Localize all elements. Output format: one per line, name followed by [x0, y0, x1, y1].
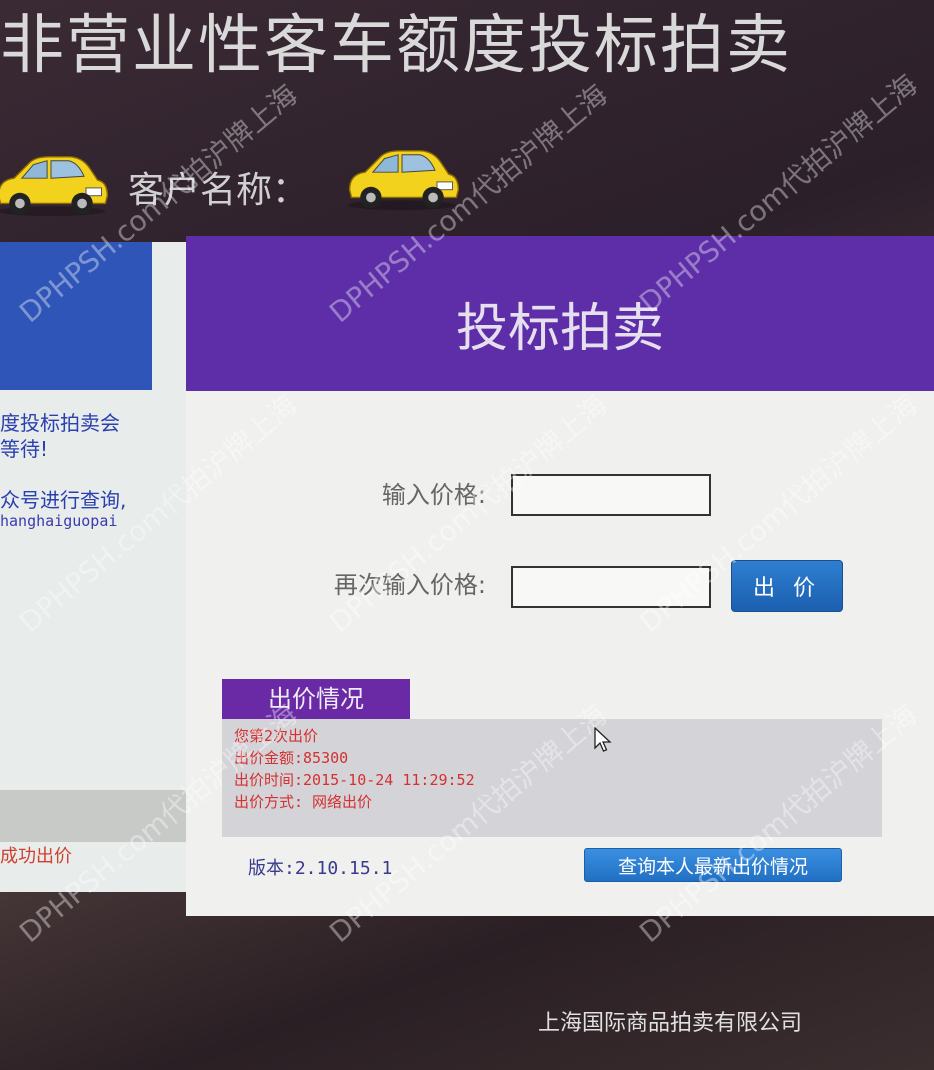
company-name: 上海国际商品拍卖有限公司 — [538, 1011, 803, 1036]
customer-name-label: 客户名称： — [128, 170, 309, 211]
left-status-bar — [0, 790, 195, 842]
left-panel-header — [0, 242, 152, 390]
query-latest-bid-button[interactable]: 查询本人最新出价情况 — [584, 848, 842, 882]
price-input[interactable] — [511, 474, 711, 516]
query-hint: 众号进行查询, — [0, 488, 127, 512]
left-info-panel: 度投标拍卖会 等待! 众号进行查询, hanghaiguopai 成功出价 — [0, 242, 195, 892]
bid-form: 输入价格: 再次输入价格: 出 价 — [206, 391, 906, 681]
bid-time-line: 出价时间:2015-10-24 11:29:52 — [234, 771, 475, 789]
bid-panel-header: 投标拍卖 — [186, 236, 934, 391]
auction-notice-line2: 等待! — [0, 437, 49, 461]
bid-status-lines: 您第2次出价 出价金额:85300 出价时间:2015-10-24 11:29:… — [234, 725, 475, 813]
left-panel-body: 度投标拍卖会 等待! 众号进行查询, hanghaiguopai — [0, 390, 180, 1030]
auction-notice: 度投标拍卖会 等待! — [0, 410, 120, 462]
bid-amount-line: 出价金额:85300 — [234, 749, 349, 767]
page-title: 非营业性客车额度投标拍卖 — [0, 9, 792, 83]
bid-method-line: 出价方式: 网络出价 — [234, 793, 373, 811]
customer-row: 客户名称： — [0, 145, 520, 217]
bid-status-box: 您第2次出价 出价金额:85300 出价时间:2015-10-24 11:29:… — [222, 719, 882, 837]
version-label: 版本:2.10.15.1 — [248, 858, 393, 879]
car-icon — [347, 150, 460, 211]
bid-auction-panel: 投标拍卖 输入价格: 再次输入价格: 出 价 出价情况 您第2次出价 出价金额:… — [186, 236, 934, 916]
wechat-account-link[interactable]: hanghaiguopai — [0, 512, 117, 530]
auction-notice-line1: 度投标拍卖会 — [0, 411, 120, 435]
bid-button[interactable]: 出 价 — [731, 560, 843, 612]
price-label: 输入价格: — [381, 481, 486, 509]
panel-footer: 版本:2.10.15.1 查询本人最新出价情况 — [222, 846, 892, 890]
bid-count-line: 您第2次出价 — [234, 727, 319, 745]
price-confirm-label: 再次输入价格: — [333, 571, 486, 599]
price-confirm-input[interactable] — [511, 566, 711, 608]
bid-panel-title: 投标拍卖 — [456, 299, 665, 359]
mouse-cursor-icon — [594, 727, 612, 752]
bid-status-tab: 出价情况 — [222, 679, 410, 719]
car-icon — [0, 156, 109, 217]
left-bid-status: 成功出价 — [0, 846, 72, 867]
